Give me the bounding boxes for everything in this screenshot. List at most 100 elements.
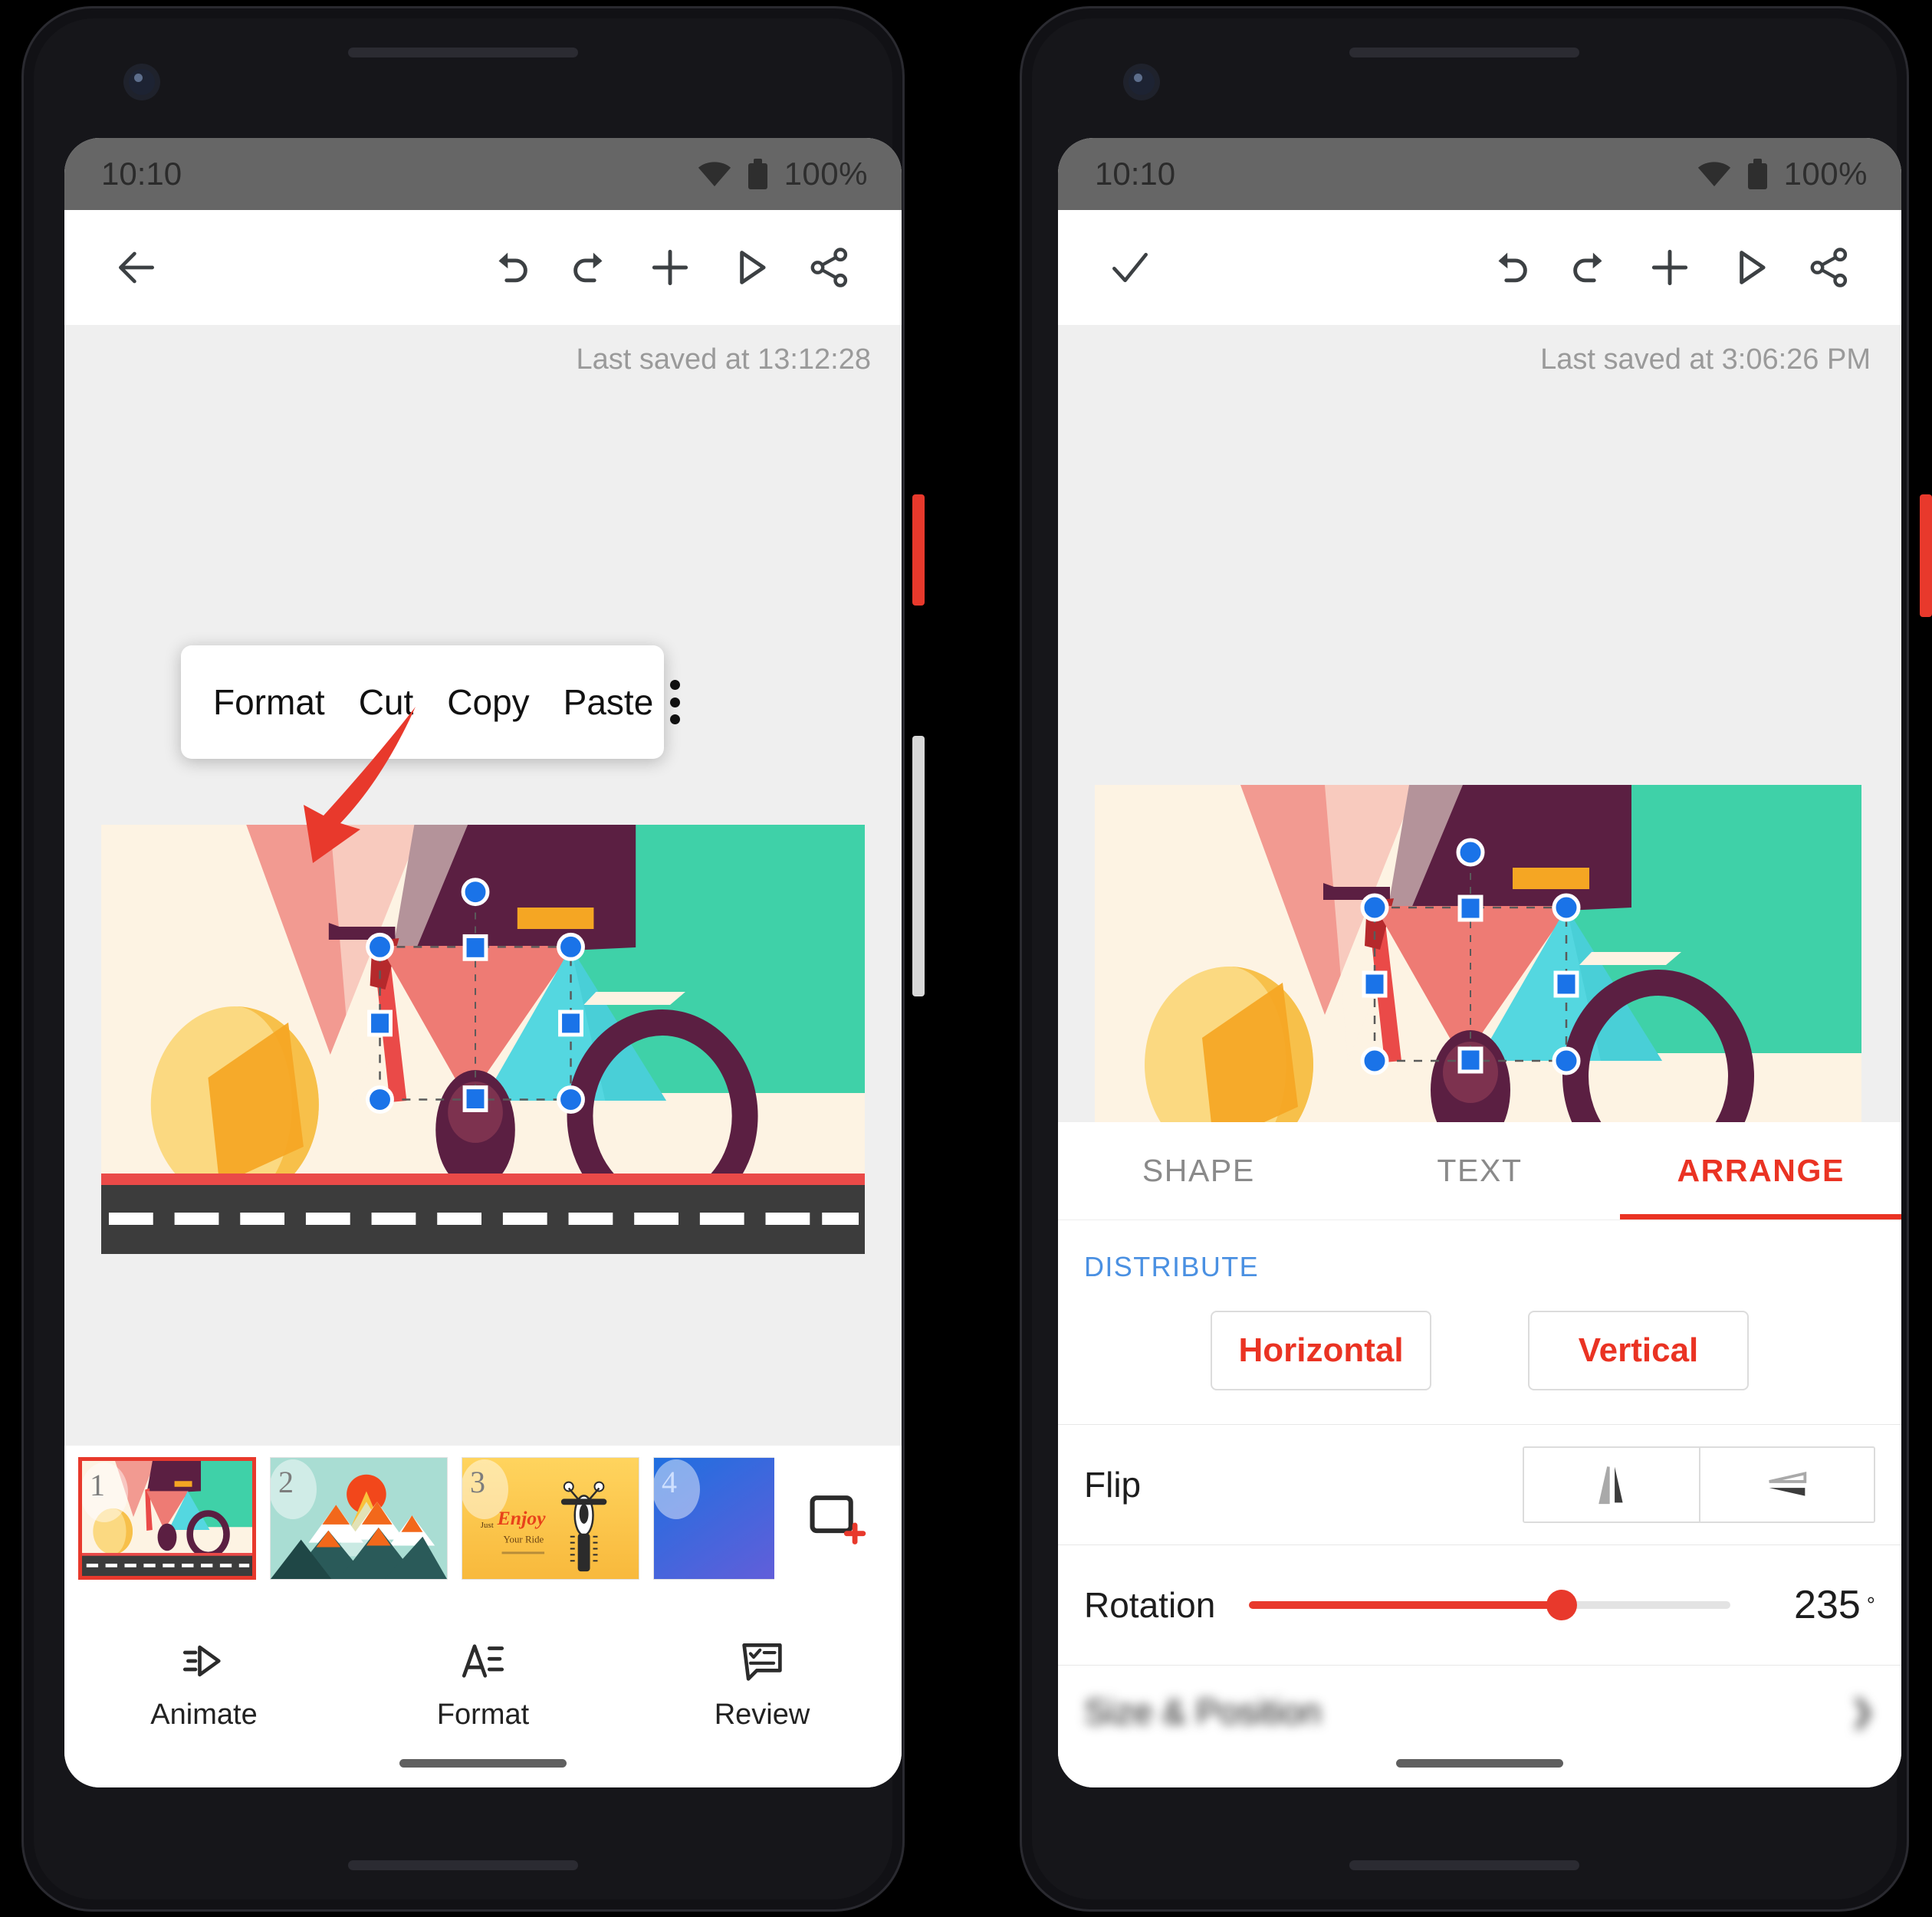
add-button[interactable] — [630, 228, 710, 307]
context-menu-item-copy[interactable]: Copy — [430, 681, 546, 723]
present-play-icon — [1740, 251, 1766, 284]
phone-left-screen: 10:10 100% Last saved at 13:12:28 Format… — [64, 138, 902, 1787]
tab-arrange[interactable]: ARRANGE — [1620, 1122, 1901, 1219]
panel-tabs: SHAPE TEXT ARRANGE — [1058, 1122, 1901, 1220]
phone-right: 10:10 100% Last saved at 3:06:26 PM SHAP… — [1020, 6, 1909, 1912]
context-menu: Format Cut Copy Paste — [181, 645, 681, 759]
rotation-row: Rotation 235 ° — [1058, 1545, 1901, 1665]
back-button[interactable] — [97, 228, 176, 307]
tab-text[interactable]: TEXT — [1339, 1122, 1621, 1219]
bicycle-illustration — [101, 825, 865, 1254]
slide-number: 2 — [271, 1459, 317, 1519]
app-toolbar — [1058, 210, 1901, 325]
flip-row: Flip — [1058, 1425, 1901, 1544]
more-vertical-icon[interactable] — [670, 675, 681, 729]
home-indicator[interactable] — [399, 1759, 567, 1768]
nav-item-review[interactable]: Review — [670, 1636, 854, 1732]
rotation-value: 235 — [1794, 1583, 1861, 1627]
slide-canvas-area[interactable]: Last saved at 13:12:28 Format Cut Copy P… — [64, 325, 902, 1591]
share-button[interactable] — [790, 228, 869, 307]
background-sliver-right — [1920, 494, 1932, 617]
slider-knob[interactable] — [1546, 1590, 1578, 1620]
earpiece-speaker — [1349, 48, 1579, 57]
app-toolbar — [64, 210, 902, 325]
slide-number: 3 — [462, 1459, 508, 1519]
phone-left: 10:10 100% Last saved at 13:12:28 Format… — [21, 6, 905, 1912]
status-indicators: 100% — [1697, 156, 1868, 192]
slide-thumbnail-3[interactable]: Just Enjoy Your Ride 3 — [462, 1457, 639, 1580]
present-play-icon — [740, 251, 766, 284]
present-button[interactable] — [1710, 228, 1789, 307]
distribute-section-label: DISTRIBUTE — [1084, 1251, 1260, 1282]
slide-number: 4 — [654, 1459, 700, 1519]
home-indicator[interactable] — [1396, 1759, 1563, 1768]
status-time: 10:10 — [1095, 156, 1176, 192]
last-saved-label: Last saved at 3:06:26 PM — [1540, 343, 1871, 376]
present-button[interactable] — [710, 228, 790, 307]
flip-horizontal-icon — [1598, 1463, 1623, 1506]
redo-button[interactable] — [550, 228, 630, 307]
confirm-button[interactable] — [1090, 228, 1170, 307]
background-sliver-mid — [912, 736, 925, 996]
last-saved-label: Last saved at 13:12:28 — [576, 343, 871, 376]
battery-icon — [748, 159, 767, 189]
flip-button-group — [1523, 1446, 1875, 1523]
svg-text:Your Ride: Your Ride — [504, 1535, 544, 1545]
slide-thumbnail-2[interactable]: 2 — [270, 1457, 448, 1580]
context-menu-item-format[interactable]: Format — [209, 681, 342, 723]
flip-vertical-button[interactable] — [1699, 1448, 1874, 1521]
front-camera — [129, 69, 155, 95]
redo-button[interactable] — [1550, 228, 1630, 307]
slide-filmstrip[interactable]: 1 2 Just Enjoy Your Ride 3 4 — [64, 1446, 902, 1591]
nav-item-format[interactable]: Format — [391, 1636, 575, 1732]
add-slide-icon — [810, 1495, 866, 1544]
wifi-icon — [1697, 161, 1730, 186]
nav-label: Animate — [150, 1699, 258, 1731]
nav-label: Review — [714, 1699, 810, 1731]
context-menu-item-cut[interactable]: Cut — [342, 681, 431, 723]
rotation-unit: ° — [1866, 1593, 1875, 1617]
phone-right-screen: 10:10 100% Last saved at 3:06:26 PM SHAP… — [1058, 138, 1901, 1787]
slide-editor-canvas[interactable] — [101, 825, 865, 1254]
redo-icon — [573, 252, 603, 283]
battery-icon — [1747, 159, 1767, 189]
distribute-vertical-button[interactable]: Vertical — [1528, 1311, 1749, 1390]
undo-button[interactable] — [1470, 228, 1550, 307]
battery-percent: 100% — [1783, 156, 1868, 192]
screenshot-stage: 10:10 100% Last saved at 13:12:28 Format… — [0, 0, 1932, 1917]
svg-text:Enjoy: Enjoy — [497, 1507, 547, 1529]
context-menu-item-paste[interactable]: Paste — [547, 681, 671, 723]
distribute-buttons: Horizontal Vertical — [1058, 1283, 1901, 1424]
status-time: 10:10 — [101, 156, 182, 192]
review-comment-icon — [742, 1643, 782, 1681]
add-button[interactable] — [1630, 228, 1710, 307]
slide-thumbnail-1[interactable]: 1 — [78, 1457, 256, 1580]
nav-item-animate[interactable]: Animate — [112, 1636, 296, 1732]
background-sliver-top — [912, 494, 925, 606]
share-button[interactable] — [1789, 228, 1869, 307]
bottom-navigation: Animate Format Review — [64, 1619, 902, 1787]
flip-label: Flip — [1084, 1465, 1142, 1505]
rotation-slider[interactable] — [1249, 1582, 1730, 1628]
battery-percent: 100% — [784, 156, 868, 192]
tab-shape[interactable]: SHAPE — [1058, 1122, 1339, 1219]
format-text-icon — [462, 1644, 504, 1678]
status-bar: 10:10 100% — [1058, 138, 1901, 210]
undo-icon — [1498, 252, 1527, 283]
chevron-right-icon: ❯ — [1849, 1695, 1875, 1728]
share-icon — [1810, 248, 1848, 287]
rotation-label: Rotation — [1084, 1585, 1216, 1625]
back-arrow-icon — [119, 251, 154, 284]
checkmark-icon — [1112, 252, 1148, 283]
share-icon — [810, 248, 848, 287]
add-slide-button[interactable] — [774, 1446, 897, 1591]
distribute-horizontal-button[interactable]: Horizontal — [1211, 1311, 1431, 1390]
slide-number: 1 — [82, 1462, 128, 1522]
bottom-speaker — [1349, 1860, 1579, 1870]
earpiece-speaker — [348, 48, 578, 57]
slide-canvas-area[interactable]: Last saved at 3:06:26 PM — [1058, 325, 1901, 1214]
size-position-row[interactable]: Size & Position ❯ — [1058, 1666, 1901, 1758]
flip-horizontal-button[interactable] — [1524, 1448, 1699, 1521]
active-tab-indicator — [1620, 1214, 1901, 1219]
undo-button[interactable] — [471, 228, 550, 307]
